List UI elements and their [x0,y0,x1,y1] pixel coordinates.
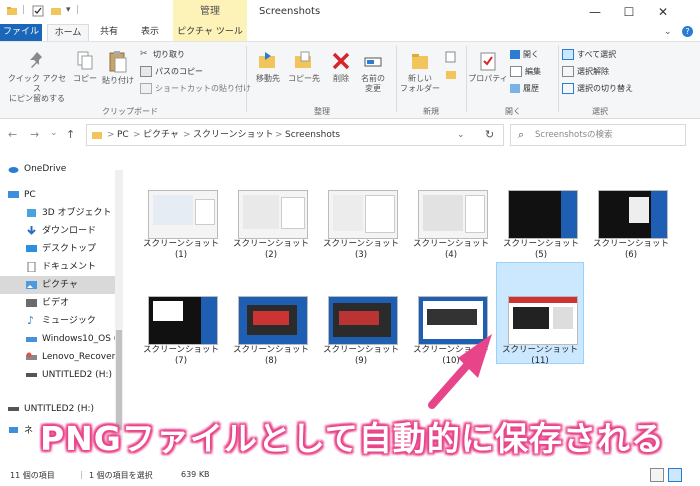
status-bar: 11 個の項目 | 1 個の項目を選択 639 KB [0,466,700,486]
details-view-icon[interactable] [650,468,664,482]
status-size: 639 KB [181,470,210,479]
status-selected: 1 個の項目を選択 [89,471,153,480]
status-item-count: 11 個の項目 [10,471,55,480]
large-icons-view-icon[interactable] [668,468,682,482]
callout-caption: PNGファイルとして自動的に保存される [40,419,665,458]
